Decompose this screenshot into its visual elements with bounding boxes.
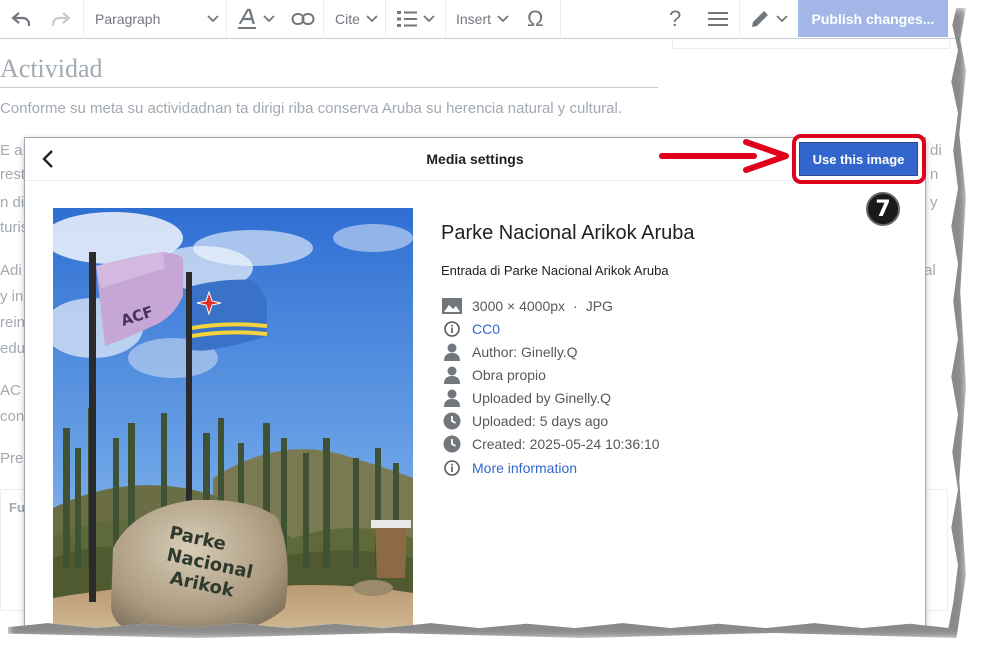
format-label: Paragraph bbox=[95, 10, 161, 27]
image-uploader: Uploaded by Ginelly.Q bbox=[472, 390, 612, 406]
dialog-header: Media settings Use this image bbox=[25, 138, 925, 181]
meta-created: Created: 2025-05-24 10:36:10 bbox=[441, 434, 660, 454]
image-created-date: Created: 2025-05-24 10:36:10 bbox=[472, 436, 660, 452]
chevron-down-icon bbox=[497, 14, 509, 22]
text-fragment: Pre bbox=[0, 450, 24, 467]
back-button[interactable] bbox=[35, 146, 61, 172]
infobox-outline bbox=[672, 38, 950, 49]
meta-uploaded: Uploaded: 5 days ago bbox=[441, 411, 608, 431]
dialog-title: Media settings bbox=[426, 151, 524, 167]
image-title: Parke Nacional Arikok Aruba bbox=[441, 222, 695, 244]
redo-icon bbox=[51, 11, 71, 26]
user-icon bbox=[441, 365, 463, 385]
text-fragment: rest bbox=[0, 166, 26, 183]
meta-author: Author: Ginelly.Q bbox=[441, 342, 578, 362]
cite-label: Cite bbox=[335, 10, 360, 27]
clock-icon bbox=[441, 411, 463, 431]
text-fragment: y in bbox=[0, 288, 24, 305]
meta-source: Obra propio bbox=[441, 365, 546, 385]
text-fragment: AC bbox=[0, 382, 21, 399]
text-fragment: E a bbox=[0, 142, 23, 159]
step-number-badge: 7 bbox=[866, 192, 900, 226]
pencil-icon bbox=[752, 10, 768, 27]
text-fragment: Adi bbox=[0, 262, 22, 279]
user-icon bbox=[441, 388, 463, 408]
publish-changes-button[interactable]: Publish changes... bbox=[798, 0, 948, 37]
chevron-down-icon bbox=[776, 14, 788, 22]
image-author: Author: Ginelly.Q bbox=[472, 344, 578, 360]
meta-more-info: More information bbox=[441, 458, 577, 478]
text-fragment: edu bbox=[0, 340, 26, 357]
media-settings-dialog: Media settings Use this image ACF Parke … bbox=[24, 137, 926, 628]
redo-button[interactable] bbox=[50, 0, 72, 37]
intro-paragraph: Conforme su meta su actividadnan ta diri… bbox=[0, 100, 622, 117]
info-icon bbox=[441, 458, 463, 478]
bullet-list-icon bbox=[397, 10, 417, 27]
info-icon bbox=[441, 319, 463, 339]
more-information-link[interactable]: More information bbox=[472, 460, 577, 476]
text-fragment: con bbox=[0, 408, 25, 425]
text-fragment: n bbox=[930, 166, 939, 183]
cite-dropdown[interactable]: Cite bbox=[335, 0, 378, 37]
insert-dropdown[interactable]: Insert bbox=[456, 0, 509, 37]
undo-button[interactable] bbox=[10, 0, 32, 37]
link-button[interactable] bbox=[291, 0, 315, 37]
chevron-down-icon bbox=[263, 14, 275, 22]
image-format: JPG bbox=[585, 298, 613, 314]
omega-icon: Ω bbox=[527, 5, 544, 31]
undo-icon bbox=[11, 11, 31, 26]
image-dimensions: 3000 × 4000px bbox=[472, 298, 566, 314]
text-fragment: n di bbox=[0, 194, 25, 211]
screenshot-frame: Paragraph Cite Insert Ω ? Publish change… bbox=[0, 0, 958, 628]
annotation-highlight bbox=[792, 134, 926, 184]
user-icon bbox=[441, 342, 463, 362]
clock-icon bbox=[441, 434, 463, 454]
references-label: Fu bbox=[9, 500, 25, 515]
heading-divider bbox=[0, 87, 658, 88]
license-link[interactable]: CC0 bbox=[472, 321, 500, 337]
meta-dimensions: 3000 × 4000px · JPG bbox=[441, 296, 613, 316]
text-fragment: rein bbox=[0, 314, 26, 331]
text-fragment: di bbox=[930, 142, 942, 159]
insert-label: Insert bbox=[456, 10, 492, 27]
image-preview: ACF Parke Nacional Arikok bbox=[53, 208, 413, 628]
annotation-arrow bbox=[659, 139, 789, 173]
list-dropdown[interactable] bbox=[397, 0, 435, 37]
meta-uploader: Uploaded by Ginelly.Q bbox=[441, 388, 611, 408]
chevron-down-icon bbox=[423, 14, 435, 22]
text-style-button[interactable] bbox=[237, 0, 275, 37]
format-dropdown[interactable]: Paragraph bbox=[95, 0, 219, 37]
image-description: Entrada di Parke Nacional Arikok Aruba bbox=[441, 263, 669, 278]
image-icon bbox=[441, 296, 463, 316]
image-uploaded-date: Uploaded: 5 days ago bbox=[472, 413, 609, 429]
photo-arikok-entrance: ACF Parke Nacional Arikok bbox=[53, 208, 413, 628]
text-fragment: y bbox=[930, 194, 938, 211]
chevron-left-icon bbox=[42, 150, 53, 168]
page-options-button[interactable] bbox=[708, 0, 728, 37]
help-icon: ? bbox=[669, 5, 682, 31]
link-icon bbox=[291, 12, 315, 25]
help-button[interactable]: ? bbox=[669, 0, 681, 37]
chevron-down-icon bbox=[207, 14, 219, 22]
meta-separator: · bbox=[573, 298, 578, 314]
menu-icon bbox=[708, 11, 728, 26]
meta-license: CC0 bbox=[441, 319, 500, 339]
image-source: Obra propio bbox=[472, 367, 546, 383]
editor-toolbar: Paragraph Cite Insert Ω ? Publish change… bbox=[0, 0, 958, 39]
special-character-button[interactable]: Ω bbox=[527, 0, 543, 37]
section-heading: Actividad bbox=[0, 54, 103, 83]
text-style-icon bbox=[238, 8, 256, 29]
chevron-down-icon bbox=[366, 14, 378, 22]
edit-mode-dropdown[interactable] bbox=[750, 0, 788, 37]
